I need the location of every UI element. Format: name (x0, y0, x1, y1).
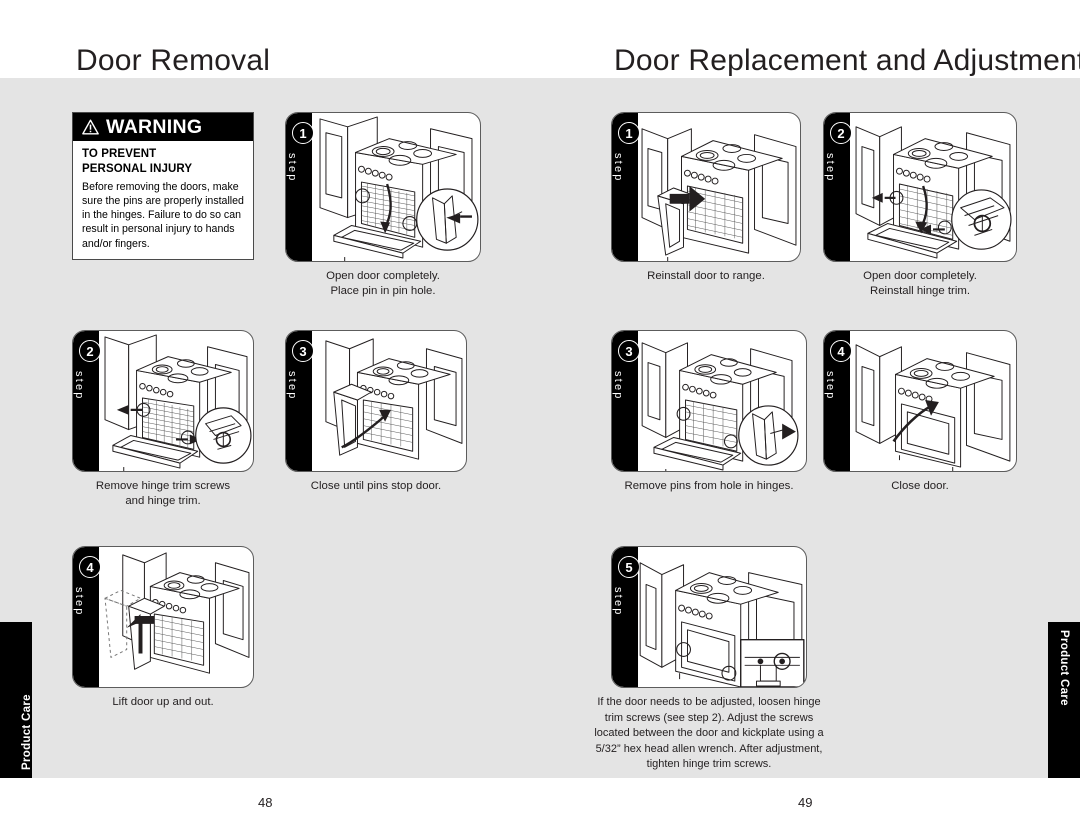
step-caption: Close door. (891, 480, 949, 492)
step-sidebar: 3 step (286, 331, 314, 471)
warning-box: WARNING TO PREVENT PERSONAL INJURY Befor… (72, 112, 254, 260)
step-panel-right-2: 2 step Open door completely. Reinstall h… (823, 112, 1017, 300)
step-label: step (824, 371, 836, 401)
step-caption: Remove pins from hole in hinges. (624, 480, 794, 492)
step-sidebar: 5 step (612, 547, 640, 687)
step-number-badge: 4 (79, 556, 101, 578)
step-illustration-adjust-hinge-screw (638, 547, 806, 687)
step-illustration-remove-hinge-trim (99, 331, 253, 471)
page-title-right: Door Replacement and Adjustment (614, 44, 1080, 77)
step-label: step (286, 371, 298, 401)
step-number-badge: 2 (79, 340, 101, 362)
step-illustration-close-door (850, 331, 1016, 471)
step-panel-left-3: 3 step Close until pins stop door. (285, 330, 467, 494)
step-illustration-remove-pins (638, 331, 806, 471)
side-tab-right-label: Product Care (1058, 630, 1070, 706)
step-label: step (612, 153, 624, 183)
step-label: step (824, 153, 836, 183)
step-caption: Close until pins stop door. (310, 480, 442, 492)
step-caption: Open door completely. Reinstall hinge tr… (863, 270, 977, 298)
warning-text: Before removing the doors, make sure the… (82, 180, 244, 250)
step-illustration-reinstall-door (638, 113, 800, 261)
step-number-badge: 1 (292, 122, 314, 144)
step-panel-right-1: 1 step Reinstall door to range. (611, 112, 801, 284)
step-sidebar: 1 step (612, 113, 640, 261)
warning-header: WARNING (73, 113, 253, 141)
step-illustration-reinstall-hinge-trim (850, 113, 1016, 261)
step-number-badge: 3 (292, 340, 314, 362)
warning-subheading-line1: TO PREVENT (82, 148, 157, 160)
step-sidebar: 1 step (286, 113, 314, 261)
page-number-left: 48 (258, 795, 273, 810)
step-label: step (612, 371, 624, 401)
step-illustration-lift-door-out (99, 547, 253, 687)
step-panel-left-4: 4 step Lift door up and out. (72, 546, 254, 710)
warning-body: TO PREVENT PERSONAL INJURY Before removi… (73, 141, 253, 259)
step-caption: Lift door up and out. (112, 696, 214, 708)
step-panel-left-1: 1 step Open door completely. Place pin i… (285, 112, 481, 300)
step-label: step (286, 153, 298, 183)
side-tab-right: Product Care (1048, 622, 1080, 778)
warning-triangle-icon (82, 119, 99, 135)
step-number-badge: 4 (830, 340, 852, 362)
step-illustration-close-until-pins-stop (312, 331, 466, 471)
manual-page-spread: Door Removal Door Replacement and Adjust… (0, 0, 1080, 834)
step-number-badge: 3 (618, 340, 640, 362)
step-panel-right-4: 4 step Close door. (823, 330, 1017, 494)
step-sidebar: 4 step (824, 331, 852, 471)
step-sidebar: 2 step (73, 331, 101, 471)
step-panel-right-5: 5 step If the door needs to be adjusted,… (594, 546, 824, 773)
step-number-badge: 1 (618, 122, 640, 144)
step-number-badge: 5 (618, 556, 640, 578)
step-sidebar: 4 step (73, 547, 101, 687)
step-panel-left-2: 2 step Remove hinge trim screws and hing… (72, 330, 254, 510)
step-caption: Remove hinge trim screws and hinge trim. (95, 480, 231, 508)
step-caption: Open door completely. Place pin in pin h… (326, 270, 440, 298)
side-tab-left-label: Product Care (21, 694, 33, 770)
step-label: step (73, 371, 85, 401)
step-sidebar: 3 step (612, 331, 640, 471)
step-label: step (612, 587, 624, 617)
side-tab-left: Product Care (0, 622, 33, 778)
step-caption: If the door needs to be adjusted, loosen… (594, 696, 824, 771)
page-title-left: Door Removal (76, 44, 271, 77)
step-number-badge: 2 (830, 122, 852, 144)
warning-subheading-line2: PERSONAL INJURY (82, 162, 193, 175)
warning-heading: WARNING (106, 115, 203, 138)
step-sidebar: 2 step (824, 113, 852, 261)
step-panel-right-3: 3 step Remove pins from hole in hinges. (611, 330, 807, 494)
step-caption: Reinstall door to range. (647, 270, 765, 282)
page-number-right: 49 (798, 795, 813, 810)
step-illustration-range-door-open-pin (312, 113, 480, 261)
step-label: step (73, 587, 85, 617)
